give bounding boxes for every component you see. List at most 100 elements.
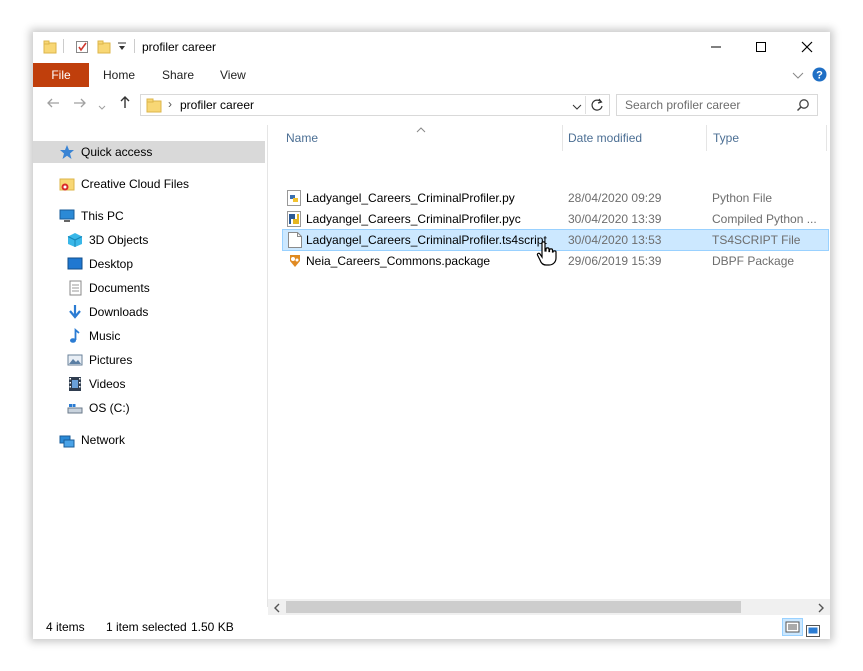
search-icon[interactable] (796, 98, 810, 115)
file-type: Compiled Python ... (712, 212, 817, 226)
sidebar-item-desktop[interactable]: Desktop (67, 253, 133, 275)
network-icon (59, 432, 75, 448)
file-date: 29/06/2019 15:39 (568, 254, 662, 268)
address-history-chevron-icon[interactable] (572, 100, 582, 114)
svg-text:?: ? (816, 70, 823, 82)
tab-share[interactable]: Share (162, 63, 194, 87)
minimize-button[interactable] (693, 32, 739, 62)
status-bar: 4 items 1 item selected 1.50 KB (33, 615, 830, 639)
compiled-python-icon (287, 211, 301, 227)
sidebar-item-os-c[interactable]: OS (C:) (67, 397, 130, 419)
search-input[interactable]: Search profiler career (625, 98, 740, 112)
column-header-date-modified[interactable]: Date modified (568, 125, 642, 151)
sidebar-item-documents[interactable]: Documents (67, 277, 150, 299)
breadcrumb-separator[interactable]: › (168, 97, 172, 111)
column-separator[interactable] (562, 125, 563, 151)
creative-cloud-icon (59, 176, 75, 192)
column-separator[interactable] (706, 125, 707, 151)
column-header-type[interactable]: Type (713, 125, 739, 151)
sidebar-item-3d-objects[interactable]: 3D Objects (67, 229, 148, 251)
column-separator[interactable] (826, 125, 827, 151)
file-name: Ladyangel_Careers_CriminalProfiler.pyc (306, 212, 521, 226)
sidebar-item-label: Network (81, 433, 126, 447)
file-name: Ladyangel_Careers_CriminalProfiler.ts4sc… (306, 233, 547, 247)
back-arrow-icon[interactable] (46, 96, 60, 112)
sidebar-item-downloads[interactable]: Downloads (67, 301, 148, 323)
file-name: Ladyangel_Careers_CriminalProfiler.py (306, 191, 515, 205)
breadcrumb-current-folder[interactable]: profiler career (180, 98, 254, 112)
sidebar-item-quick-access[interactable]: Quick access (33, 141, 265, 163)
sort-ascending-icon (416, 122, 426, 136)
title-divider (134, 39, 135, 53)
item-count: 4 items (46, 620, 85, 634)
minimize-icon (711, 46, 721, 48)
refresh-icon[interactable] (590, 98, 604, 115)
address-bar[interactable]: › profiler career (140, 94, 610, 116)
tab-view[interactable]: View (220, 63, 246, 87)
sidebar-item-this-pc[interactable]: This PC (59, 205, 124, 227)
computer-icon (59, 208, 75, 224)
blank-file-icon (288, 232, 302, 248)
selection-size: 1.50 KB (191, 620, 234, 634)
scroll-left-arrow-icon[interactable] (273, 602, 281, 616)
hand-pointer-cursor-icon (536, 241, 558, 270)
expand-ribbon-chevron-icon[interactable] (792, 70, 804, 84)
videos-icon (67, 376, 83, 392)
up-arrow-icon[interactable] (119, 95, 131, 112)
forward-arrow-icon[interactable] (73, 96, 87, 112)
help-icon[interactable]: ? (812, 67, 827, 85)
scrollbar-thumb[interactable] (286, 601, 741, 613)
file-row[interactable]: Ladyangel_Careers_CriminalProfiler.pyc 3… (282, 209, 829, 229)
details-view-icon (785, 621, 800, 633)
python-file-icon (287, 190, 301, 206)
star-icon (59, 144, 75, 160)
close-icon (801, 41, 813, 53)
maximize-icon (756, 42, 766, 52)
package-icon (287, 253, 301, 269)
explorer-window: profiler career File Home Share View ? ›… (33, 32, 830, 639)
cube-icon (67, 232, 83, 248)
sidebar-item-label: Videos (89, 377, 126, 391)
column-header-name[interactable]: Name (286, 125, 318, 151)
file-date: 30/04/2020 13:53 (568, 233, 662, 247)
close-button[interactable] (784, 32, 830, 62)
sidebar-item-label: 3D Objects (89, 233, 149, 247)
horizontal-scrollbar[interactable] (268, 599, 830, 615)
tab-home[interactable]: Home (103, 63, 135, 87)
file-type: Python File (712, 191, 773, 205)
details-view-button[interactable] (782, 618, 803, 636)
navigation-pane: Quick access Creative Cloud Files This P… (33, 125, 268, 607)
recent-locations-chevron-icon[interactable] (98, 98, 106, 114)
search-box[interactable]: Search profiler career (616, 94, 818, 116)
customize-quick-access-icon[interactable] (117, 41, 127, 56)
sidebar-item-pictures[interactable]: Pictures (67, 349, 132, 371)
pictures-icon (67, 352, 83, 368)
sidebar-item-label: Documents (89, 281, 150, 295)
new-folder-icon[interactable] (97, 40, 111, 57)
file-row[interactable]: Ladyangel_Careers_CriminalProfiler.py 28… (282, 188, 829, 208)
properties-checkmark-icon[interactable] (75, 40, 89, 57)
documents-icon (67, 280, 83, 296)
sidebar-item-creative-cloud-files[interactable]: Creative Cloud Files (59, 173, 189, 195)
maximize-button[interactable] (738, 32, 784, 62)
tab-file[interactable]: File (33, 63, 89, 87)
sidebar-item-label: Desktop (89, 257, 134, 271)
address-row: › profiler career Search profiler career (33, 88, 830, 120)
scroll-right-arrow-icon[interactable] (817, 602, 825, 616)
folder-icon (43, 40, 57, 57)
title-bar: profiler career (33, 32, 830, 62)
file-name: Neia_Careers_Commons.package (306, 254, 491, 268)
sidebar-item-network[interactable]: Network (59, 429, 125, 451)
file-date: 28/04/2020 09:29 (568, 191, 662, 205)
music-note-icon (67, 328, 83, 344)
file-date: 30/04/2020 13:39 (568, 212, 662, 226)
sidebar-item-label: Quick access (81, 145, 153, 159)
sidebar-item-label: OS (C:) (89, 401, 130, 415)
folder-icon (146, 97, 162, 116)
large-icons-view-icon[interactable] (806, 621, 820, 645)
sidebar-item-label: Music (89, 329, 121, 343)
ribbon-tabs: File Home Share View ? (33, 63, 830, 87)
sidebar-item-label: Pictures (89, 353, 133, 367)
sidebar-item-videos[interactable]: Videos (67, 373, 125, 395)
sidebar-item-music[interactable]: Music (67, 325, 120, 347)
